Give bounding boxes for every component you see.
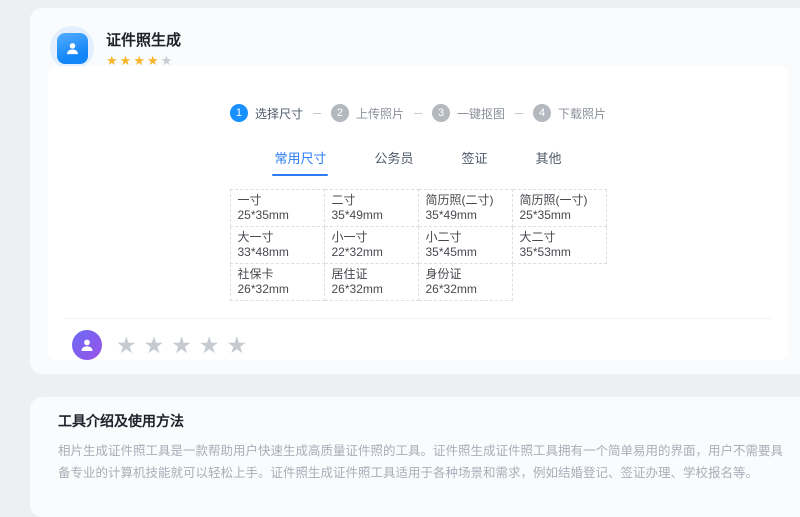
tool-title: 证件照生成	[106, 29, 181, 50]
rate-star-icon[interactable]: ★	[116, 332, 144, 358]
step-download: 4 下载照片	[533, 104, 606, 122]
steps-bar: 1 选择尺寸 2 上传照片 3 一键抠图 4 下载照片	[48, 66, 788, 122]
size-row: 社保卡 26*32mm 居住证 26*32mm 身份证 26*32mm	[230, 264, 606, 301]
size-option[interactable]: 简历照(一寸) 25*35mm	[512, 190, 606, 227]
size-name: 小二寸	[426, 230, 508, 245]
size-option[interactable]: 小一寸 22*32mm	[324, 227, 418, 264]
intro-title: 工具介绍及使用方法	[58, 411, 792, 431]
user-avatar-icon	[72, 330, 102, 360]
rate-star-icon[interactable]: ★	[144, 332, 172, 358]
size-option[interactable]: 身份证 26*32mm	[418, 264, 512, 301]
size-name: 大二寸	[520, 230, 602, 245]
size-dims: 33*48mm	[238, 245, 320, 260]
step-label: 一键抠图	[457, 105, 505, 122]
app-icon-glow	[50, 26, 94, 70]
size-option[interactable]: 大一寸 33*48mm	[230, 227, 324, 264]
size-name: 简历照(一寸)	[520, 193, 602, 208]
tool-meta: 证件照生成 ★★★★★	[106, 26, 181, 68]
size-category-tabs: 常用尺寸 公务员 签证 其他	[48, 148, 788, 176]
size-name: 身份证	[426, 267, 508, 282]
size-name: 小一寸	[332, 230, 414, 245]
tab-other[interactable]: 其他	[536, 148, 562, 176]
app-user-icon	[57, 33, 88, 64]
rate-star-icon[interactable]: ★	[171, 332, 199, 358]
tool-panel: 1 选择尺寸 2 上传照片 3 一键抠图 4 下载照片 常用尺寸 公务员 签证	[48, 66, 788, 360]
size-option[interactable]: 简历照(二寸) 35*49mm	[418, 190, 512, 227]
size-option[interactable]: 二寸 35*49mm	[324, 190, 418, 227]
rate-star-icon[interactable]: ★	[199, 332, 227, 358]
step-separator	[414, 113, 422, 114]
size-row: 一寸 25*35mm 二寸 35*49mm 简历照(二寸) 35*49mm 简历…	[230, 190, 606, 227]
size-name: 居住证	[332, 267, 414, 282]
tab-common-sizes[interactable]: 常用尺寸	[274, 148, 326, 176]
step-number: 4	[533, 104, 551, 122]
size-dims: 35*45mm	[426, 245, 508, 260]
step-cutout: 3 一键抠图	[432, 104, 505, 122]
step-number: 2	[331, 104, 349, 122]
size-dims: 22*32mm	[332, 245, 414, 260]
tab-visa[interactable]: 签证	[462, 148, 488, 176]
size-name: 二寸	[332, 193, 414, 208]
size-dims: 35*53mm	[520, 245, 602, 260]
step-select-size: 1 选择尺寸	[230, 104, 303, 122]
size-option[interactable]: 大二寸 35*53mm	[512, 227, 606, 264]
size-name: 社保卡	[238, 267, 320, 282]
step-number: 3	[432, 104, 450, 122]
size-dims: 35*49mm	[332, 208, 414, 223]
size-dims: 26*32mm	[426, 282, 508, 297]
step-upload-photo: 2 上传照片	[331, 104, 404, 122]
rating-input[interactable]: ★★★★★	[116, 333, 254, 357]
size-dims: 26*32mm	[332, 282, 414, 297]
tab-civil-servant[interactable]: 公务员	[374, 148, 413, 176]
size-name: 一寸	[238, 193, 320, 208]
step-label: 上传照片	[356, 105, 404, 122]
size-dims: 26*32mm	[238, 282, 320, 297]
size-dims: 25*35mm	[520, 208, 602, 223]
step-label: 选择尺寸	[255, 105, 303, 122]
user-rate-row: ★★★★★	[72, 330, 254, 360]
size-dims: 25*35mm	[238, 208, 320, 223]
size-name: 简历照(二寸)	[426, 193, 508, 208]
tool-card: 证件照生成 ★★★★★ 1 选择尺寸 2 上传照片 3 一键抠图	[30, 8, 800, 374]
rate-star-icon[interactable]: ★	[227, 332, 255, 358]
size-table: 一寸 25*35mm 二寸 35*49mm 简历照(二寸) 35*49mm 简历…	[230, 189, 607, 301]
size-option[interactable]: 一寸 25*35mm	[230, 190, 324, 227]
intro-body: 相片生成证件照工具是一款帮助用户快速生成高质量证件照的工具。证件照生成证件照工具…	[58, 440, 794, 484]
step-number: 1	[230, 104, 248, 122]
size-option-empty	[512, 264, 606, 301]
size-name: 大一寸	[238, 230, 320, 245]
intro-card: 工具介绍及使用方法 相片生成证件照工具是一款帮助用户快速生成高质量证件照的工具。…	[30, 397, 800, 517]
step-separator	[313, 113, 321, 114]
size-option[interactable]: 居住证 26*32mm	[324, 264, 418, 301]
size-row: 大一寸 33*48mm 小一寸 22*32mm 小二寸 35*45mm 大二寸 …	[230, 227, 606, 264]
tool-header: 证件照生成 ★★★★★	[30, 8, 800, 70]
divider	[64, 318, 772, 319]
step-separator	[515, 113, 523, 114]
size-dims: 35*49mm	[426, 208, 508, 223]
size-option[interactable]: 社保卡 26*32mm	[230, 264, 324, 301]
step-label: 下载照片	[558, 105, 606, 122]
size-option[interactable]: 小二寸 35*45mm	[418, 227, 512, 264]
